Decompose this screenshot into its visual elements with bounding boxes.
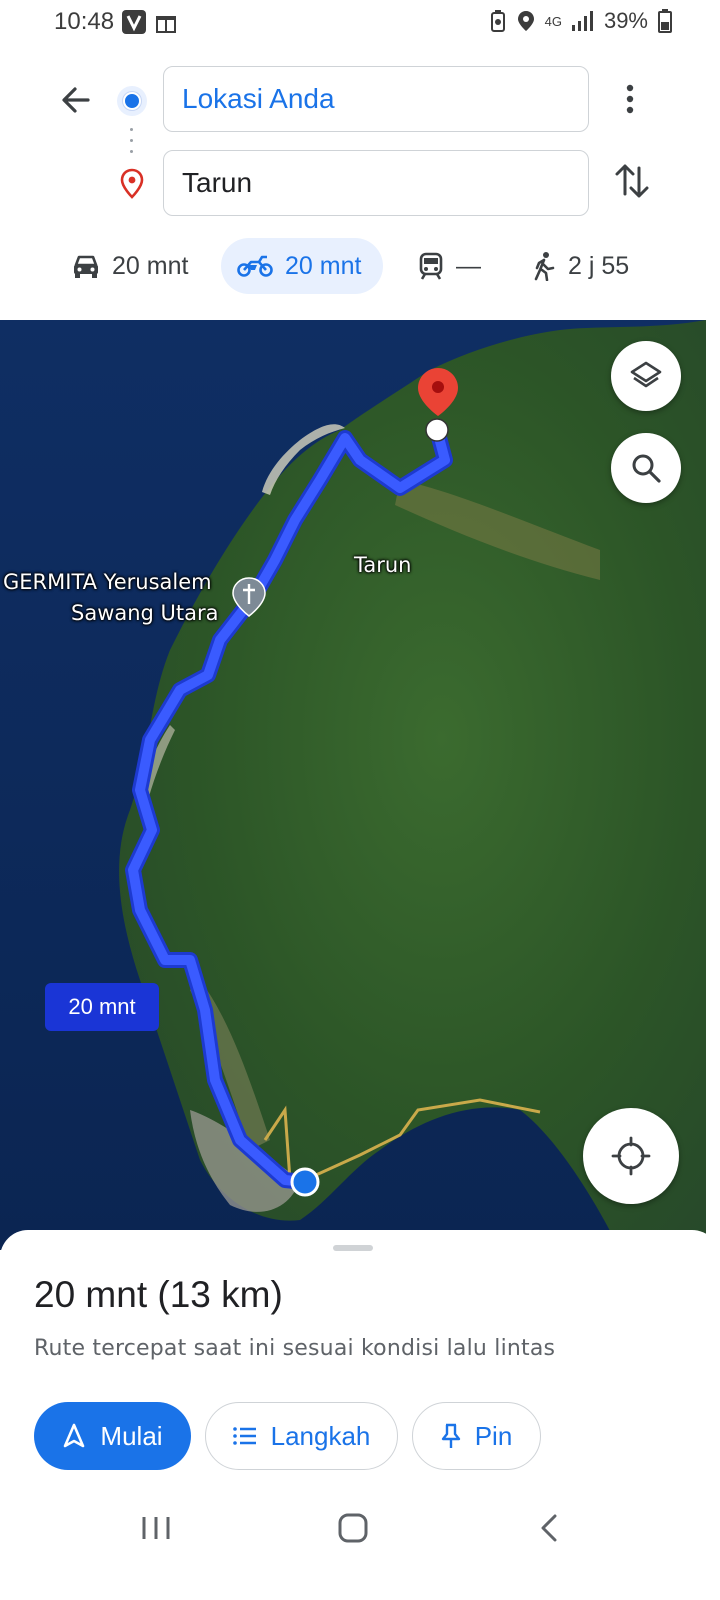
- arrow-back-icon: [62, 87, 90, 113]
- more-options-button[interactable]: [612, 74, 648, 124]
- status-time: 10:48: [54, 8, 115, 35]
- crosshair-icon: [611, 1136, 651, 1176]
- directions-header: Lokasi Anda Tarun 20 mnt 20 mnt — 2 j 55: [0, 44, 720, 320]
- search-along-route-button[interactable]: [611, 433, 681, 503]
- mode-car-time: 20 mnt: [112, 251, 189, 280]
- steps-button[interactable]: Langkah: [205, 1402, 398, 1470]
- nav-back-button[interactable]: [530, 1508, 570, 1548]
- route-connector: [130, 128, 134, 168]
- pin-label: Pin: [474, 1420, 513, 1451]
- more-vert-icon: [626, 84, 634, 114]
- layers-button[interactable]: [611, 341, 681, 411]
- recents-button[interactable]: [136, 1508, 176, 1548]
- pushpin-icon: [441, 1423, 460, 1448]
- mode-transit[interactable]: —: [402, 238, 497, 294]
- walk-icon: [534, 252, 555, 281]
- destination-pin-icon: [119, 168, 145, 200]
- swap-vert-icon: [615, 164, 649, 198]
- system-nav-bar: [0, 1490, 720, 1560]
- train-icon: [419, 252, 443, 280]
- origin-dot-icon: [117, 86, 147, 116]
- car-icon: [74, 255, 98, 278]
- map-view[interactable]: Tarun GERMITA Yerusalem Sawang Utara 20 …: [0, 320, 706, 1250]
- recents-icon: [142, 1517, 170, 1539]
- destination-input[interactable]: Tarun: [163, 150, 589, 216]
- back-button[interactable]: [56, 80, 96, 120]
- network-type: 4G: [544, 13, 562, 29]
- map-label-church-line2: Sawang Utara: [71, 601, 219, 625]
- location-icon: [517, 11, 534, 31]
- map-label-area: Tarun: [354, 553, 412, 577]
- mode-motorcycle-time: 20 mnt: [285, 251, 362, 280]
- route-summary: 20 mnt (13 km): [34, 1274, 283, 1315]
- route-actions: Mulai Langkah Pin: [34, 1402, 714, 1472]
- pin-button[interactable]: Pin: [412, 1402, 541, 1470]
- my-location-button[interactable]: [583, 1108, 679, 1204]
- swap-button[interactable]: [612, 158, 652, 204]
- start-button[interactable]: Mulai: [34, 1402, 191, 1470]
- navigation-icon: [64, 1423, 85, 1448]
- drag-handle[interactable]: [333, 1245, 373, 1251]
- battery-icon: [658, 9, 672, 33]
- layers-icon: [630, 361, 662, 388]
- mode-motorcycle[interactable]: 20 mnt: [221, 238, 383, 294]
- home-button[interactable]: [333, 1508, 373, 1548]
- mode-walk[interactable]: 2 j 55: [516, 238, 645, 294]
- route-eta-chip[interactable]: 20 mnt: [45, 983, 159, 1031]
- steps-label: Langkah: [270, 1420, 371, 1451]
- battery-saver-icon: [490, 10, 505, 32]
- route-note: Rute tercepat saat ini sesuai kondisi la…: [34, 1336, 556, 1361]
- map-label-church-line1: GERMITA Yerusalem: [3, 570, 212, 594]
- motorcycle-icon: [237, 255, 273, 277]
- start-label: Mulai: [100, 1420, 163, 1451]
- travel-modes: 20 mnt 20 mnt — 2 j 55: [0, 238, 720, 294]
- battery-percent: 39%: [603, 8, 648, 33]
- signal-icon: [571, 11, 593, 31]
- chevron-left-icon: [541, 1514, 557, 1542]
- gift-icon: [154, 10, 178, 34]
- mode-car[interactable]: 20 mnt: [56, 238, 204, 294]
- list-icon: [232, 1427, 256, 1445]
- status-right: 4G 39%: [489, 8, 672, 34]
- mode-transit-time: —: [456, 251, 481, 280]
- home-icon: [338, 1513, 368, 1543]
- status-bar: 10:48 4G 39%: [0, 0, 720, 44]
- mode-walk-time: 2 j 55: [568, 251, 630, 280]
- app-notification-icon: [122, 10, 146, 34]
- satellite-map: [0, 320, 706, 1250]
- search-icon: [632, 454, 661, 483]
- origin-input[interactable]: Lokasi Anda: [163, 66, 589, 132]
